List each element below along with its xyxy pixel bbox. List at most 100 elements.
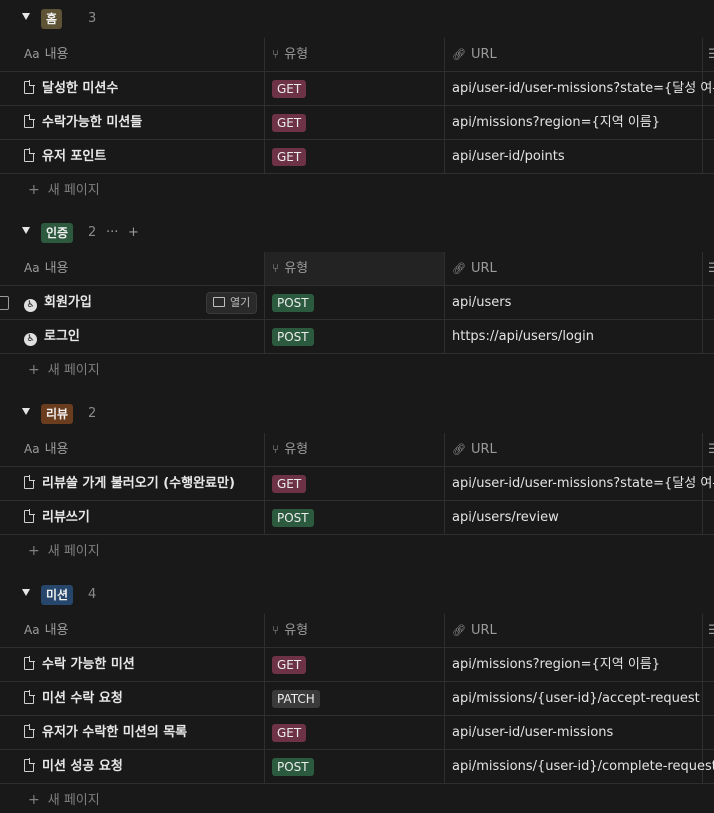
plus-icon: +: [28, 792, 40, 808]
row-title[interactable]: 미션 수락 요청: [24, 682, 123, 715]
row-title[interactable]: 수락가능한 미션들: [24, 106, 142, 139]
table-row[interactable]: 달성한 미션수 GET api/user-id/user-missions?stat…: [0, 72, 714, 106]
column-header-url[interactable]: 🔗︎ URL: [444, 433, 702, 466]
table-row[interactable]: 리뷰쓸 가게 불러오기 (수행완료만) GET api/user-id/user-m…: [0, 467, 714, 501]
url-cell[interactable]: api/user-id/user-missions: [452, 716, 613, 749]
group-mission: 미션 4 Aa 내용 ⑂ 유형 🔗︎ URL ☰ 수락 가능한 미션 GET api/missions…: [0, 576, 714, 813]
table-row[interactable]: 유저 포인트 GET api/user-id/points: [0, 140, 714, 174]
collapse-toggle-icon[interactable]: [22, 408, 30, 415]
column-divider: [702, 648, 703, 681]
page-icon: [24, 656, 35, 670]
row-title[interactable]: 유저 포인트: [24, 140, 106, 173]
new-page-button[interactable]: + 새 페이지: [0, 784, 714, 813]
table-row[interactable]: 수락가능한 미션들 GET api/missions?region={지역 이름}: [0, 106, 714, 140]
column-divider: [444, 433, 445, 466]
row-title-text: 수락 가능한 미션: [42, 657, 135, 672]
column-divider: [702, 38, 703, 71]
row-title[interactable]: 미션 성공 요청: [24, 750, 123, 783]
column-divider: [264, 106, 265, 139]
table-row[interactable]: 리뷰쓰기 POST api/users/review: [0, 501, 714, 535]
table-row[interactable]: 유저가 수락한 미션의 목록 GET api/user-id/user-missio…: [0, 716, 714, 750]
column-header-label: URL: [470, 442, 497, 457]
url-cell[interactable]: api/users/review: [452, 501, 559, 534]
url-cell[interactable]: api/user-id/user-missions?state={달성 여부}: [452, 467, 714, 500]
collapse-toggle-icon[interactable]: [22, 13, 30, 20]
row-title-text: 리뷰쓸 가게 불러오기 (수행완료만): [42, 476, 235, 491]
column-divider: [702, 433, 703, 466]
person-icon: ♿︎: [24, 299, 37, 312]
database-view: { "columns": { "name_icon": "Aa", "name"…: [0, 0, 714, 813]
column-header-url[interactable]: 🔗︎ URL: [444, 252, 702, 285]
url-cell[interactable]: https://api/users/login: [452, 320, 594, 353]
add-icon[interactable]: +: [128, 223, 139, 243]
url-cell[interactable]: api/missions/{user-id}/complete-request: [452, 750, 714, 783]
column-divider: [264, 320, 265, 353]
column-divider: [264, 750, 265, 783]
method-badge: GET: [272, 724, 307, 742]
table-row[interactable]: 미션 수락 요청 PATCH api/missions/{user-id}/acce…: [0, 682, 714, 716]
column-divider: [702, 252, 703, 285]
column-header-label: 유형: [284, 623, 309, 638]
column-header-label: 내용: [44, 442, 69, 457]
list-icon: ☰: [708, 623, 714, 638]
url-cell[interactable]: api/missions/{user-id}/accept-request: [452, 682, 700, 715]
column-header-row: Aa 내용 ⑂ 유형 🔗︎ URL ☰: [0, 433, 714, 467]
column-header-type[interactable]: ⑂ 유형: [264, 252, 444, 285]
table-row[interactable]: 수락 가능한 미션 GET api/missions?region={지역 이름}: [0, 648, 714, 682]
row-title[interactable]: 달성한 미션수: [24, 72, 118, 105]
column-header-type[interactable]: ⑂ 유형: [264, 433, 444, 466]
column-header-name[interactable]: Aa 내용: [24, 252, 264, 285]
column-header-more[interactable]: ☰: [702, 252, 714, 285]
column-header-url[interactable]: 🔗︎ URL: [444, 38, 702, 71]
column-header-name[interactable]: Aa 내용: [24, 38, 264, 71]
new-page-button[interactable]: + 새 페이지: [0, 174, 714, 207]
row-title-text: 수락가능한 미션들: [42, 115, 143, 130]
collapse-toggle-icon[interactable]: [22, 227, 30, 234]
row-title[interactable]: 수락 가능한 미션: [24, 648, 135, 681]
column-divider: [264, 433, 265, 466]
group-header: 리뷰 2: [0, 395, 714, 433]
new-page-button[interactable]: + 새 페이지: [0, 354, 714, 387]
column-header-more[interactable]: ☰: [702, 614, 714, 647]
url-cell[interactable]: api/user-id/points: [452, 140, 565, 173]
column-divider: [444, 286, 445, 319]
column-header-name[interactable]: Aa 내용: [24, 433, 264, 466]
column-header-name[interactable]: Aa 내용: [24, 614, 264, 647]
open-button[interactable]: 열기: [206, 292, 258, 314]
column-header-label: 내용: [44, 623, 69, 638]
group-review: 리뷰 2 Aa 내용 ⑂ 유형 🔗︎ URL ☰ 리뷰쓸 가게 불러오기 (수행완료만) GET ap…: [0, 395, 714, 568]
column-header-more[interactable]: ☰: [702, 38, 714, 71]
column-header-url[interactable]: 🔗︎ URL: [444, 614, 702, 647]
row-title[interactable]: 유저가 수락한 미션의 목록: [24, 716, 187, 749]
url-cell[interactable]: api/users: [452, 286, 511, 319]
column-header-more[interactable]: ☰: [702, 433, 714, 466]
table-row[interactable]: ♿︎ 회원가입 열기 POST api/users: [0, 286, 714, 320]
column-header-type[interactable]: ⑂ 유형: [264, 614, 444, 647]
new-page-button[interactable]: + 새 페이지: [0, 535, 714, 568]
column-header-label: 유형: [284, 261, 309, 276]
link-icon: 🔗︎: [452, 443, 466, 456]
column-divider: [264, 716, 265, 749]
text-type-icon: Aa: [24, 47, 40, 61]
page-icon: [24, 148, 35, 162]
column-header-type[interactable]: ⑂ 유형: [264, 38, 444, 71]
column-header-label: URL: [470, 261, 497, 276]
column-header-label: URL: [470, 47, 497, 62]
method-badge: POST: [272, 294, 314, 312]
url-cell[interactable]: api/missions?region={지역 이름}: [452, 106, 660, 139]
more-icon[interactable]: ···: [106, 223, 118, 243]
collapse-toggle-icon[interactable]: [22, 589, 30, 596]
row-title[interactable]: ♿︎ 회원가입: [24, 286, 92, 319]
url-cell[interactable]: api/missions?region={지역 이름}: [452, 648, 660, 681]
row-checkbox[interactable]: [0, 296, 9, 310]
column-divider: [444, 614, 445, 647]
table-row[interactable]: ♿︎ 로그인 POST https://api/users/login: [0, 320, 714, 354]
column-divider: [444, 501, 445, 534]
table-row[interactable]: 미션 성공 요청 POST api/missions/{user-id}/compl…: [0, 750, 714, 784]
column-divider: [444, 38, 445, 71]
column-divider: [444, 750, 445, 783]
row-title[interactable]: 리뷰쓰기: [24, 501, 90, 534]
row-title[interactable]: ♿︎ 로그인: [24, 320, 80, 353]
row-title[interactable]: 리뷰쓸 가게 불러오기 (수행완료만): [24, 467, 235, 500]
url-cell[interactable]: api/user-id/user-missions?state={달성 여부}: [452, 72, 714, 105]
